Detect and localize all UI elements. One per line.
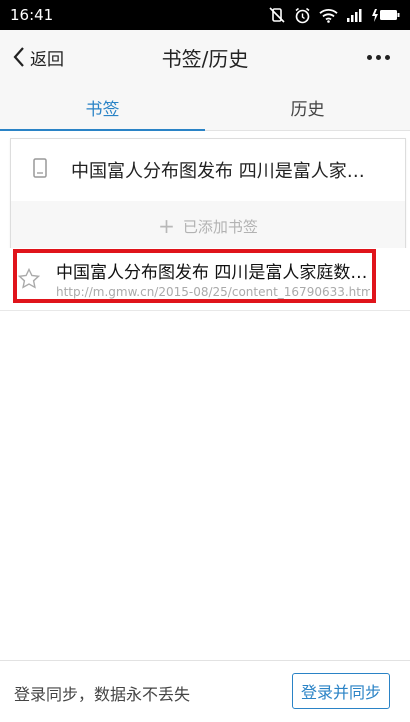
current-page-card: 中国富人分布图发布 四川是富人家… + 已添加书签 bbox=[10, 138, 406, 252]
status-bar: 16:41 bbox=[0, 0, 410, 30]
status-icons bbox=[268, 7, 400, 24]
battery-charging-icon bbox=[372, 9, 400, 22]
signal-icon bbox=[347, 9, 362, 22]
wifi-icon bbox=[319, 8, 338, 23]
history-item-url: http://m.gmw.cn/2015-08/25/content_16790… bbox=[56, 285, 370, 299]
add-bookmark-button[interactable]: + 已添加书签 bbox=[11, 201, 405, 251]
app-bar: 返回 书签/历史 bbox=[0, 30, 410, 84]
more-dot-icon bbox=[384, 54, 390, 60]
sync-hint-text: 登录同步，数据永不丢失 bbox=[14, 685, 191, 704]
tab-bookmarks[interactable]: 书签 bbox=[0, 84, 205, 131]
back-button[interactable]: 返回 bbox=[12, 30, 64, 84]
current-page-title: 中国富人分布图发布 四川是富人家… bbox=[71, 161, 365, 182]
more-dot-icon bbox=[366, 54, 372, 60]
plus-icon: + bbox=[158, 214, 175, 238]
history-item-title: 中国富人分布图发布 四川是富人家庭数… bbox=[56, 263, 368, 283]
more-dot-icon bbox=[375, 54, 381, 60]
chevron-left-icon bbox=[13, 47, 24, 67]
tab-history[interactable]: 历史 bbox=[205, 84, 410, 130]
page-icon bbox=[33, 158, 47, 178]
alarm-icon bbox=[295, 7, 310, 23]
vibrate-off-icon bbox=[269, 7, 285, 23]
back-label: 返回 bbox=[30, 49, 64, 70]
current-page-row: 中国富人分布图发布 四川是富人家… bbox=[11, 139, 405, 197]
more-options-button[interactable] bbox=[360, 30, 396, 84]
history-list-item[interactable]: 中国富人分布图发布 四川是富人家庭数… http://m.gmw.cn/2015… bbox=[0, 248, 410, 311]
login-sync-button[interactable]: 登录并同步 bbox=[292, 673, 390, 709]
tab-bar: 书签 历史 bbox=[0, 84, 410, 131]
star-icon[interactable] bbox=[18, 268, 40, 289]
status-time: 16:41 bbox=[10, 6, 54, 24]
add-bookmark-label: 已添加书签 bbox=[182, 217, 258, 236]
footer-bar: 登录同步，数据永不丢失 登录并同步 bbox=[0, 660, 410, 722]
